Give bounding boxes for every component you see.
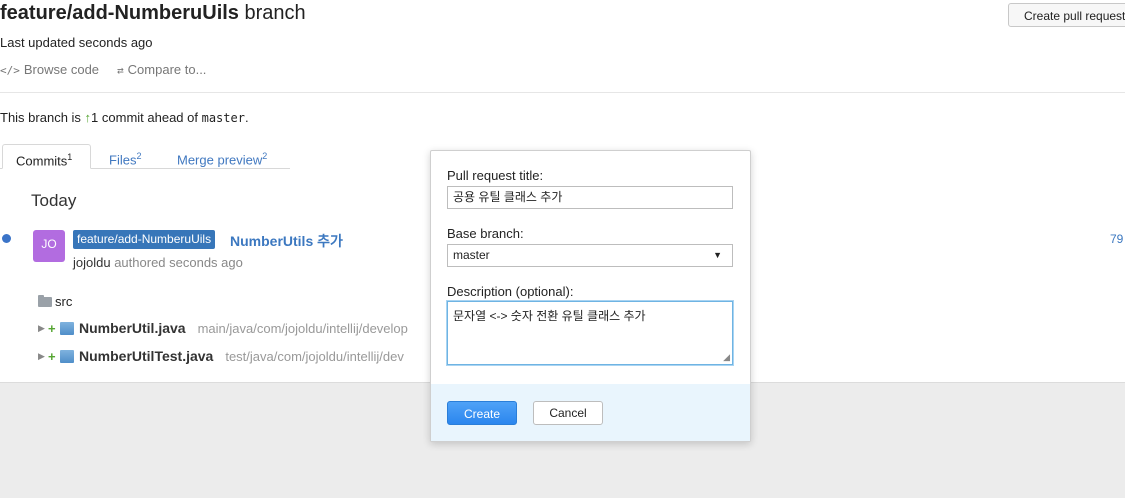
branch-badge[interactable]: feature/add-NumberuUils: [73, 230, 216, 249]
commit-message-link[interactable]: NumberUtils 추가: [230, 231, 343, 251]
java-file-icon: [60, 349, 74, 363]
expand-triangle-icon[interactable]: ▶: [38, 351, 48, 362]
ahead-status: This branch is ↑1 commit ahead of master…: [0, 110, 249, 125]
folder-row: src: [38, 294, 72, 309]
last-updated-text: Last updated seconds ago: [0, 35, 153, 50]
compare-icon: ⇄: [117, 64, 124, 77]
file-path: main/java/com/jojoldu/intellij/develop: [197, 320, 408, 336]
branch-name: feature/add-NumberuUils: [0, 2, 239, 24]
code-icon: </>: [0, 64, 20, 77]
file-name[interactable]: NumberUtil.java: [79, 320, 186, 336]
timeline-dot: [2, 234, 11, 243]
pr-title-input[interactable]: 공용 유틸 클래스 추가: [447, 186, 733, 209]
tab-files-count: 2: [136, 151, 142, 161]
branch-actions: </> Browse code ⇄ Compare to...: [0, 62, 206, 77]
branch-suffix: branch: [238, 2, 306, 24]
divider: [0, 92, 1125, 93]
commit-author[interactable]: jojoldu: [73, 255, 111, 270]
create-pull-request-dialog: Pull request title: 공용 유틸 클래스 추가 Base br…: [430, 150, 751, 442]
base-branch-name: master: [201, 111, 245, 125]
added-plus-icon: +: [48, 348, 56, 364]
description-label: Description (optional):: [447, 284, 574, 299]
compare-to-link[interactable]: ⇄ Compare to...: [117, 62, 206, 77]
chevron-down-icon: ▼: [713, 250, 722, 260]
dialog-footer: Create Cancel: [431, 384, 750, 441]
tab-files[interactable]: Files2: [109, 144, 141, 168]
folder-icon: [38, 294, 52, 307]
java-file-icon: [60, 321, 74, 335]
create-button[interactable]: Create: [447, 401, 517, 425]
compare-to-label: Compare to...: [127, 62, 207, 77]
tab-commits[interactable]: Commits1: [2, 144, 91, 169]
cancel-button[interactable]: Cancel: [533, 401, 603, 425]
ahead-count: 1 commit ahead of: [91, 110, 202, 125]
expand-triangle-icon[interactable]: ▶: [38, 323, 48, 334]
avatar[interactable]: JO: [33, 230, 65, 262]
tab-merge-preview-count: 2: [262, 151, 268, 161]
tab-merge-preview[interactable]: Merge preview2: [177, 144, 267, 168]
browse-code-label: Browse code: [23, 62, 100, 77]
page-title: feature/add-NumberuUils branch: [0, 2, 306, 25]
base-branch-label: Base branch:: [447, 226, 524, 241]
tab-commits-label: Commits: [16, 153, 68, 169]
file-row[interactable]: ▶ + NumberUtilTest.java test/java/com/jojol…: [38, 348, 404, 364]
commit-authored-time: authored seconds ago: [110, 255, 243, 270]
tab-bar: Commits1 Files2 Merge preview2: [0, 144, 290, 169]
tab-merge-preview-label: Merge preview: [177, 152, 263, 168]
base-branch-select[interactable]: master ▼: [447, 244, 733, 267]
file-path: test/java/com/jojoldu/intellij/dev: [225, 348, 404, 364]
base-branch-value: master: [453, 248, 490, 262]
ahead-prefix: This branch is: [0, 110, 85, 125]
commit-sha-link[interactable]: 79: [1110, 232, 1123, 246]
description-value: 문자열 <-> 숫자 전환 유틸 클래스 추가: [453, 309, 646, 323]
file-name[interactable]: NumberUtilTest.java: [79, 348, 213, 364]
resize-grip-icon[interactable]: ◢: [723, 352, 730, 363]
folder-name: src: [55, 294, 73, 309]
added-plus-icon: +: [48, 320, 56, 336]
commit-group-heading: Today: [31, 191, 77, 210]
commit-meta: jojoldu authored seconds ago: [73, 255, 243, 270]
ahead-suffix: .: [244, 110, 249, 125]
tab-commits-count: 1: [67, 152, 73, 162]
description-textarea[interactable]: 문자열 <-> 숫자 전환 유틸 클래스 추가 ◢: [447, 301, 733, 365]
browse-code-link[interactable]: </> Browse code: [0, 62, 99, 77]
tab-files-label: Files: [109, 152, 137, 168]
pr-title-label: Pull request title:: [447, 168, 544, 183]
create-pull-request-button[interactable]: Create pull request: [1008, 3, 1125, 27]
file-row[interactable]: ▶ + NumberUtil.java main/java/com/jojoldu/i…: [38, 320, 408, 336]
